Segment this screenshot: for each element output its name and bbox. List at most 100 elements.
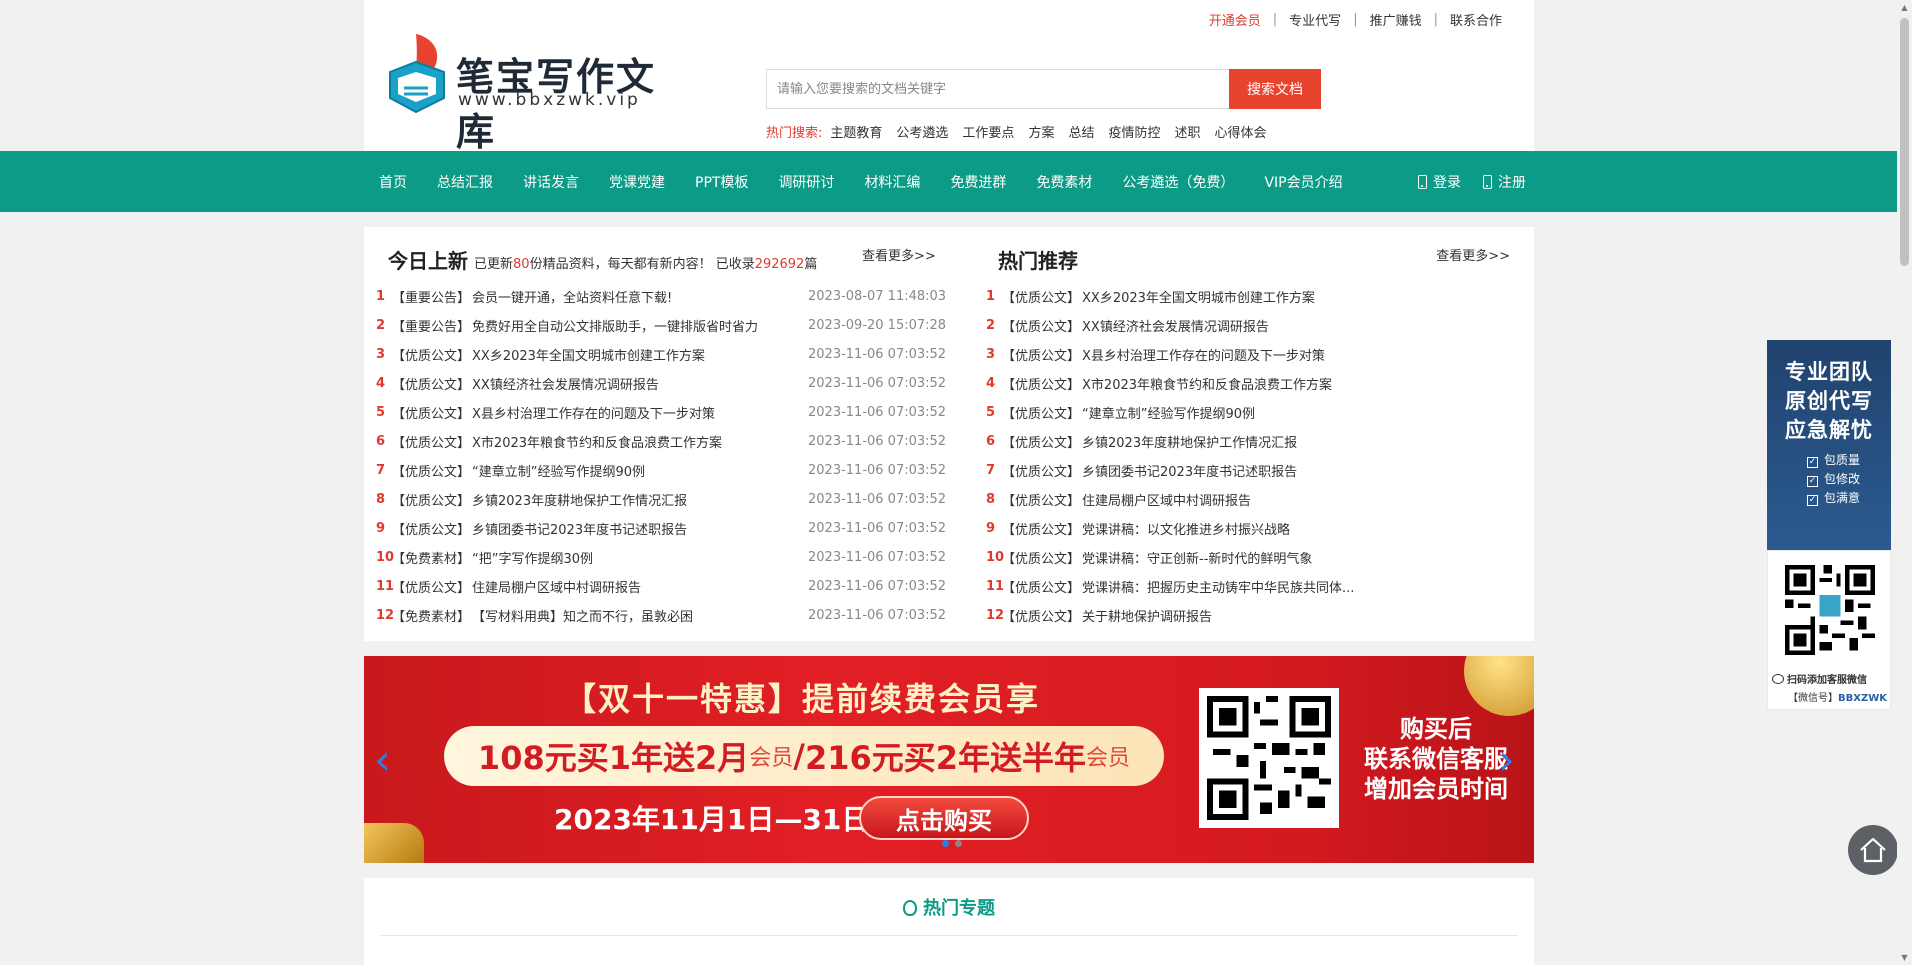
nav-item-home[interactable]: 首页	[364, 172, 422, 192]
list-item[interactable]: 5 【优质公文】 X县乡村治理工作存在的问题及下一步对策 2023-11-06 07:…	[376, 398, 956, 427]
list-item-tag: 【优质公文】	[392, 465, 471, 480]
hot-search: 热门搜索: 主题教育 公考遴选 工作要点 方案 总结 疫情防控 述职 心得体会	[766, 122, 1281, 141]
list-item[interactable]: 2 【优质公文】 XX镇经济社会发展情况调研报告	[986, 311, 1522, 340]
login-link[interactable]: 登录	[1418, 172, 1461, 192]
banner-title: 【双十一特惠】提前续费会员享	[564, 680, 1041, 718]
top-link-vip[interactable]: 开通会员	[1197, 10, 1273, 29]
list-item-tag: 【优质公文】	[392, 378, 471, 393]
list-item-tag: 【优质公文】	[1002, 494, 1081, 509]
scroll-up-arrow-icon[interactable]: ▲	[1897, 0, 1912, 15]
list-item-num: 4	[376, 376, 386, 391]
hot-search-item[interactable]: 总结	[1068, 122, 1094, 141]
list-item-title: 党课讲稿：守正创新--新时代的鲜明气象	[1082, 552, 1313, 567]
hot-search-item[interactable]: 疫情防控	[1108, 122, 1160, 141]
nav-item-ppt[interactable]: PPT模板	[680, 172, 763, 192]
list-item[interactable]: 9 【优质公文】 党课讲稿：以文化推进乡村振兴战略	[986, 514, 1522, 543]
list-item-tag: 【优质公文】	[1002, 320, 1081, 335]
nav-item-group[interactable]: 免费进群	[935, 172, 1021, 192]
list-item-title: X市2023年粮食节约和反食品浪费工作方案	[472, 436, 723, 451]
banner-buy-button[interactable]: 点击购买	[859, 796, 1029, 840]
list-item-date: 2023-11-06 07:03:52	[808, 376, 947, 391]
list-item-title: “建章立制”经验写作提纲90例	[1082, 407, 1256, 422]
hot-search-item[interactable]: 方案	[1028, 122, 1054, 141]
banner-dot[interactable]	[955, 840, 962, 847]
list-item[interactable]: 1 【优质公文】 XX乡2023年全国文明城市创建工作方案	[986, 282, 1522, 311]
float-scan-text: 扫码添加客服微信	[1772, 671, 1867, 686]
list-item[interactable]: 10 【免费素材】 “把”字写作提纲30例 2023-11-06 07:03:52	[376, 543, 956, 572]
hot-search-item[interactable]: 述职	[1174, 122, 1200, 141]
list-item[interactable]: 1 【重要公告】 会员一键开通，全站资料任意下载! 2023-08-07 11:48:…	[376, 282, 956, 311]
back-to-home-button[interactable]	[1848, 825, 1898, 875]
list-item-tag: 【优质公文】	[392, 349, 471, 364]
hot-search-item[interactable]: 工作要点	[962, 122, 1014, 141]
register-link[interactable]: 注册	[1483, 172, 1526, 192]
home-icon	[1860, 837, 1886, 863]
banner-offer: 108元买1年送2月 会员/216元买2年送半年 会员	[444, 726, 1164, 786]
banner-dot[interactable]	[942, 840, 949, 847]
list-item[interactable]: 7 【优质公文】 “建章立制”经验写作提纲90例 2023-11-06 07:03:5…	[376, 456, 956, 485]
list-item[interactable]: 8 【优质公文】 住建局棚户区域中村调研报告	[986, 485, 1522, 514]
top-link-promote[interactable]: 推广赚钱	[1358, 10, 1434, 29]
list-item[interactable]: 7 【优质公文】 乡镇团委书记2023年度书记述职报告	[986, 456, 1522, 485]
banner-next-arrow-icon[interactable]: ›	[1498, 739, 1522, 781]
promo-banner[interactable]: 【双十一特惠】提前续费会员享 108元买1年送2月 会员/216元买2年送半年 会员…	[364, 656, 1534, 863]
scroll-thumb[interactable]	[1900, 18, 1909, 266]
hot-recommend-section: 热门推荐 查看更多>> 1 【优质公文】 XX乡2023年全国文明城市创建工作方案 2…	[986, 227, 1522, 641]
float-service-card[interactable]: 专业团队 原创代写 应急解忧 ✓ 包质量 ✓ 包修改 ✓ 包满意	[1767, 340, 1891, 550]
list-item[interactable]: 5 【优质公文】 “建章立制”经验写作提纲90例	[986, 398, 1522, 427]
nav-item-exam[interactable]: 公考遴选（免费）	[1107, 172, 1249, 192]
list-item-num: 5	[986, 405, 996, 420]
search-input[interactable]	[766, 69, 1229, 109]
list-item-num: 10	[376, 550, 395, 565]
list-item-title: XX镇经济社会发展情况调研报告	[472, 378, 659, 393]
list-item[interactable]: 3 【优质公文】 X县乡村治理工作存在的问题及下一步对策	[986, 340, 1522, 369]
list-item[interactable]: 11 【优质公文】 住建局棚户区域中村调研报告 2023-11-06 07:03:52	[376, 572, 956, 601]
list-item-date: 2023-08-07 11:48:03	[808, 289, 947, 304]
nav-item-research[interactable]: 调研研讨	[763, 172, 849, 192]
floating-ad[interactable]: 专业团队 原创代写 应急解忧 ✓ 包质量 ✓ 包修改 ✓ 包满意 扫码添加客服微信 【…	[1767, 340, 1891, 710]
list-item[interactable]: 11 【优质公文】 党课讲稿：把握历史主动铸牢中华民族共同体...	[986, 572, 1522, 601]
top-link-contact[interactable]: 联系合作	[1438, 10, 1514, 29]
nav-item-vip[interactable]: VIP会员介绍	[1249, 172, 1357, 192]
list-item[interactable]: 10 【优质公文】 党课讲稿：守正创新--新时代的鲜明气象	[986, 543, 1522, 572]
hot-search-item[interactable]: 主题教育	[830, 122, 882, 141]
list-item-num: 9	[376, 521, 386, 536]
nav-item-summary[interactable]: 总结汇报	[422, 172, 508, 192]
hot-search-item[interactable]: 心得体会	[1215, 122, 1267, 141]
list-item[interactable]: 6 【优质公文】 X市2023年粮食节约和反食品浪费工作方案 2023-11-06 0…	[376, 427, 956, 456]
hot-more-link[interactable]: 查看更多>>	[1436, 245, 1510, 264]
list-item[interactable]: 4 【优质公文】 X市2023年粮食节约和反食品浪费工作方案	[986, 369, 1522, 398]
nav-item-materials[interactable]: 材料汇编	[849, 172, 935, 192]
float-wechat-id: 【微信号】BBXZWK	[1788, 693, 1887, 704]
nav-item-speech[interactable]: 讲话发言	[508, 172, 594, 192]
today-more-link[interactable]: 查看更多>>	[862, 245, 936, 264]
list-item[interactable]: 12 【免费素材】 【写材料用典】知之而不行，虽敦必困 2023-11-06 07:0…	[376, 601, 956, 630]
list-item-num: 11	[986, 579, 1005, 594]
list-item-tag: 【优质公文】	[392, 407, 471, 422]
list-item[interactable]: 12 【优质公文】 关于耕地保护调研报告	[986, 601, 1522, 630]
banner-prev-arrow-icon[interactable]: ‹	[374, 739, 398, 781]
site-logo[interactable]: 笔宝写作文库 www.bbxzwk.vip	[386, 32, 666, 154]
list-item-num: 1	[376, 289, 386, 304]
scroll-down-arrow-icon[interactable]: ▼	[1897, 950, 1912, 965]
qr-code-icon	[1207, 696, 1331, 820]
page-scrollbar[interactable]: ▲ ▼	[1897, 0, 1912, 965]
banner-qr-code	[1199, 688, 1339, 828]
hot-search-item[interactable]: 公考遴选	[896, 122, 948, 141]
list-item-tag: 【优质公文】	[392, 523, 471, 538]
list-item[interactable]: 2 【重要公告】 免费好用全自动公文排版助手，一键排版省时省力 2023-09-20 …	[376, 311, 956, 340]
search-button[interactable]: 搜索文档	[1229, 69, 1321, 109]
list-item-tag: 【优质公文】	[1002, 610, 1081, 625]
qr-code-icon	[1785, 565, 1875, 655]
list-item[interactable]: 3 【优质公文】 XX乡2023年全国文明城市创建工作方案 2023-11-06 07…	[376, 340, 956, 369]
list-item-date: 2023-11-06 07:03:52	[808, 492, 947, 507]
list-item[interactable]: 4 【优质公文】 XX镇经济社会发展情况调研报告 2023-11-06 07:03:5…	[376, 369, 956, 398]
content-panel: 今日上新 已更新80份精品资料，每天都有新内容！ 已收录292692篇 查看更多…	[364, 227, 1534, 641]
nav-item-free[interactable]: 免费素材	[1021, 172, 1107, 192]
list-item[interactable]: 9 【优质公文】 乡镇团委书记2023年度书记述职报告 2023-11-06 07:0…	[376, 514, 956, 543]
nav-item-party[interactable]: 党课党建	[594, 172, 680, 192]
list-item[interactable]: 6 【优质公文】 乡镇2023年度耕地保护工作情况汇报	[986, 427, 1522, 456]
list-item-num: 1	[986, 289, 996, 304]
top-link-writing[interactable]: 专业代写	[1277, 10, 1353, 29]
list-item[interactable]: 8 【优质公文】 乡镇2023年度耕地保护工作情况汇报 2023-11-06 07:0…	[376, 485, 956, 514]
